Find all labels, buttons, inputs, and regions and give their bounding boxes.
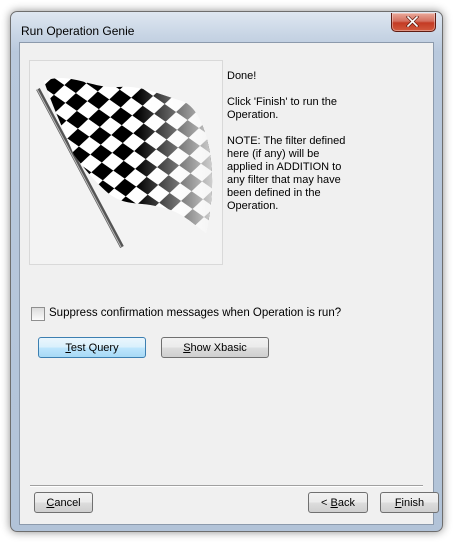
dialog-client-area: Done! Click 'Finish' to run the Operatio… [19,42,439,525]
suppress-confirmation-checkbox[interactable] [31,307,45,321]
back-label: ack [337,497,355,509]
checkered-flag-icon [36,77,213,248]
show-xbasic-accelerator: S [183,342,191,354]
title-bar[interactable]: Run Operation Genie [11,12,442,42]
done-text: Done! [227,70,257,82]
back-prefix: < [321,497,331,509]
test-query-label: est Query [70,342,119,354]
status-message: Done! Click 'Finish' to run the Operatio… [227,70,357,226]
finish-label: inish [401,497,425,509]
suppress-confirmation-label[interactable]: Suppress confirmation messages when Oper… [49,307,341,319]
flag-image-panel [29,60,223,265]
back-accelerator: B [330,497,338,509]
cancel-label: ancel [54,497,81,509]
back-button[interactable]: < Back [308,492,368,513]
filter-note-text: NOTE: The filter defined here (if any) w… [227,135,346,212]
finish-accelerator: F [394,497,402,509]
show-xbasic-button[interactable]: Show Xbasic [161,337,269,358]
finish-instruction-text: Click 'Finish' to run the Operation. [227,96,337,121]
finish-button[interactable]: Finish [380,492,439,513]
test-query-button[interactable]: Test Query [38,337,146,358]
window-title: Run Operation Genie [21,24,135,38]
dialog-window: Run Operation Genie Done! Click 'Finish'… [10,11,443,532]
button-separator [30,485,423,487]
show-xbasic-label: how Xbasic [190,342,247,354]
cancel-button[interactable]: Cancel [34,492,93,513]
close-icon [406,16,419,27]
close-button[interactable] [391,13,436,32]
